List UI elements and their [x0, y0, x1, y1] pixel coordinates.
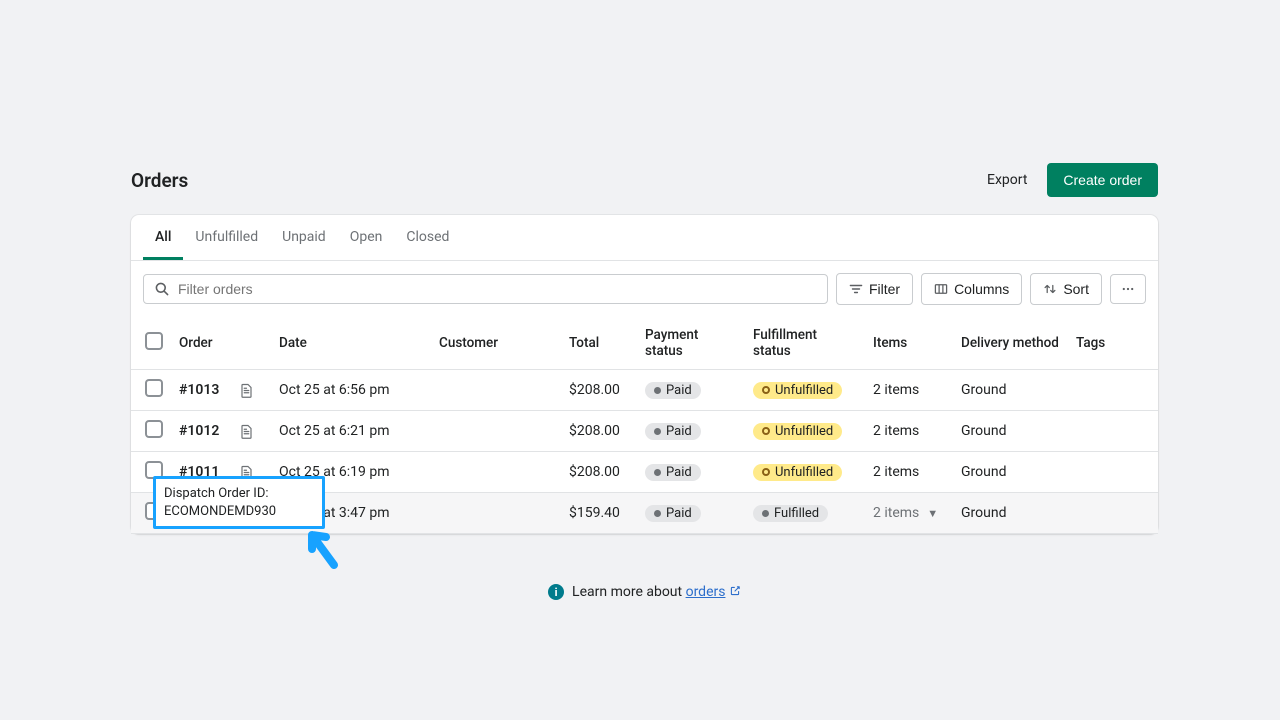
- table-header-row: Order Date Customer Total Payment status…: [131, 317, 1158, 370]
- row-checkbox[interactable]: [145, 379, 163, 397]
- table-row[interactable]: #1012 Oct 25 at 6:21 pm $208.00 Paid Unfulfi…: [131, 411, 1158, 452]
- filter-label: Filter: [869, 281, 900, 297]
- external-link-icon: [729, 585, 741, 599]
- search-wrap[interactable]: [143, 274, 828, 304]
- fulfillment-badge: Unfulfilled: [753, 382, 842, 399]
- table-row[interactable]: #1013 Oct 25 at 6:56 pm $208.00 Paid Unfulfi…: [131, 370, 1158, 411]
- cell-delivery: Ground: [953, 411, 1068, 452]
- learn-more-row: i Learn more about orders: [131, 534, 1158, 614]
- sort-label: Sort: [1063, 281, 1089, 297]
- fulfillment-badge: Unfulfilled: [753, 464, 842, 481]
- payment-badge: Paid: [645, 382, 701, 399]
- payment-badge: Paid: [645, 505, 701, 522]
- tabs: All Unfulfilled Unpaid Open Closed: [131, 215, 1158, 261]
- more-icon: [1121, 282, 1135, 296]
- filter-button[interactable]: Filter: [836, 273, 913, 305]
- fulfillment-badge: Unfulfilled: [753, 423, 842, 440]
- order-id-link[interactable]: #1013: [179, 382, 219, 398]
- cell-customer: [431, 493, 561, 534]
- annotation-arrow: [306, 527, 340, 569]
- col-header-date[interactable]: Date: [271, 317, 431, 370]
- cell-customer: [431, 370, 561, 411]
- sort-icon: [1043, 282, 1057, 296]
- col-header-fulfillment[interactable]: Fulfillment status: [745, 317, 865, 370]
- items-cell: 2 items: [873, 464, 919, 480]
- tab-unfulfilled[interactable]: Unfulfilled: [183, 215, 270, 260]
- cell-total: $208.00: [561, 411, 637, 452]
- info-icon: i: [548, 584, 564, 600]
- col-header-payment[interactable]: Payment status: [637, 317, 745, 370]
- create-order-button[interactable]: Create order: [1047, 163, 1158, 197]
- tab-open[interactable]: Open: [338, 215, 395, 260]
- fulfillment-badge: Fulfilled: [753, 505, 828, 522]
- note-icon[interactable]: [239, 383, 263, 398]
- search-input[interactable]: [178, 281, 817, 297]
- col-header-customer[interactable]: Customer: [431, 317, 561, 370]
- learn-more-link[interactable]: orders: [686, 584, 726, 600]
- col-header-items[interactable]: Items: [865, 317, 953, 370]
- more-actions-button[interactable]: [1110, 274, 1146, 304]
- search-icon: [154, 281, 170, 297]
- row-checkbox[interactable]: [145, 420, 163, 438]
- columns-icon: [934, 282, 948, 296]
- cell-customer: [431, 452, 561, 493]
- header-actions: Export Create order: [987, 163, 1158, 197]
- page-header: Orders Export Create order: [131, 163, 1158, 197]
- cell-date: Oct 25 at 6:56 pm: [271, 370, 431, 411]
- chevron-down-icon: ▼: [927, 507, 938, 520]
- export-button[interactable]: Export: [987, 172, 1027, 188]
- col-header-delivery[interactable]: Delivery method: [953, 317, 1068, 370]
- payment-badge: Paid: [645, 423, 701, 440]
- col-header-total[interactable]: Total: [561, 317, 637, 370]
- cell-total: $159.40: [561, 493, 637, 534]
- select-all-checkbox[interactable]: [145, 332, 163, 350]
- tooltip-line1: Dispatch Order ID:: [164, 485, 314, 503]
- items-cell: 2 items: [873, 423, 919, 439]
- cell-delivery: Ground: [953, 493, 1068, 534]
- page-title: Orders: [131, 169, 188, 192]
- cell-customer: [431, 411, 561, 452]
- cell-total: $208.00: [561, 452, 637, 493]
- columns-button[interactable]: Columns: [921, 273, 1022, 305]
- tab-closed[interactable]: Closed: [394, 215, 461, 260]
- col-header-order[interactable]: Order: [171, 317, 231, 370]
- tooltip-line2: ECOMONDEMD930: [164, 503, 314, 521]
- payment-badge: Paid: [645, 464, 701, 481]
- cell-total: $208.00: [561, 370, 637, 411]
- tab-all[interactable]: All: [143, 215, 183, 260]
- cell-delivery: Ground: [953, 370, 1068, 411]
- dispatch-tooltip: Dispatch Order ID: ECOMONDEMD930: [153, 476, 325, 529]
- cell-date: Oct 25 at 6:21 pm: [271, 411, 431, 452]
- filter-icon: [849, 282, 863, 296]
- items-cell[interactable]: 2 items ▼: [873, 505, 938, 521]
- cell-delivery: Ground: [953, 452, 1068, 493]
- sort-button[interactable]: Sort: [1030, 273, 1102, 305]
- controls-row: Filter Columns Sort: [131, 261, 1158, 317]
- note-icon[interactable]: [239, 424, 263, 439]
- items-cell: 2 items: [873, 382, 919, 398]
- columns-label: Columns: [954, 281, 1009, 297]
- col-header-tags[interactable]: Tags: [1068, 317, 1158, 370]
- order-id-link[interactable]: #1012: [179, 423, 219, 439]
- learn-more-prefix: Learn more about: [572, 584, 686, 600]
- tab-unpaid[interactable]: Unpaid: [270, 215, 338, 260]
